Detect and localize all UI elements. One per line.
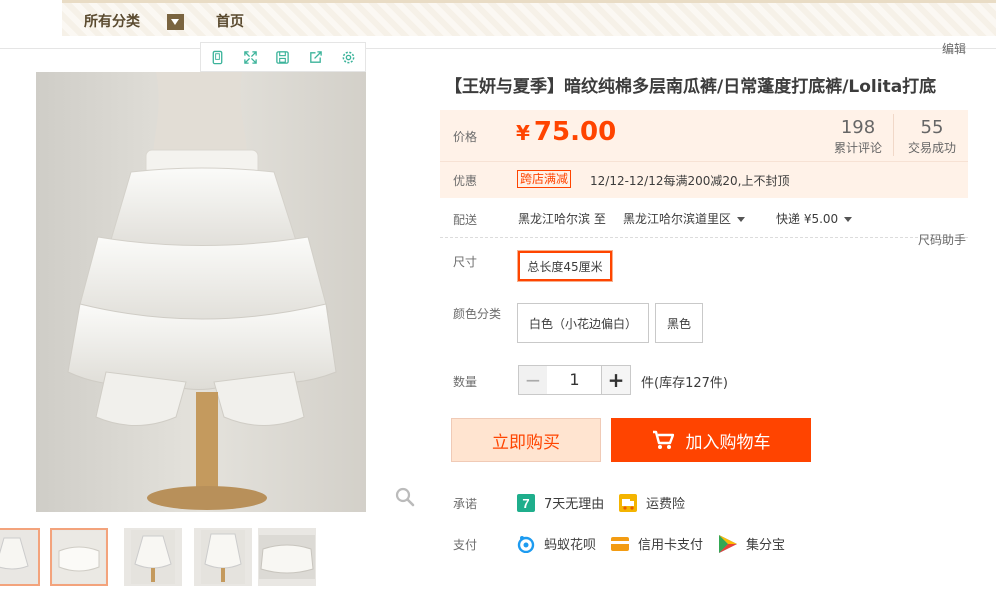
- chevron-down-icon: [844, 217, 853, 222]
- promise-7days[interactable]: 7 7天无理由: [517, 493, 604, 512]
- home-link[interactable]: 首页: [216, 11, 244, 31]
- promo-text: 12/12-12/12每满200减20,上不封顶: [590, 174, 790, 188]
- all-categories-link[interactable]: 所有分类: [84, 11, 140, 31]
- price-panel: 价格 ¥75.00 198 累计评论 55 交易成功 优惠 跨店满减 12/12…: [440, 110, 968, 198]
- stock-text: 件(库存127件): [641, 376, 728, 391]
- payment-huabei[interactable]: 蚂蚁花呗: [517, 534, 596, 553]
- huabei-icon: [517, 535, 535, 553]
- price-divider: [440, 161, 968, 162]
- payment-credit-card[interactable]: 信用卡支付: [611, 534, 703, 553]
- payment-jifenbao[interactable]: 集分宝: [719, 534, 785, 553]
- settings-icon[interactable]: [332, 43, 365, 71]
- main-product-image[interactable]: [36, 72, 366, 512]
- magnifier-icon[interactable]: [394, 486, 416, 508]
- payment-label: 支付: [453, 538, 478, 552]
- ship-to-select[interactable]: 黑龙江哈尔滨道里区: [623, 210, 746, 227]
- size-option[interactable]: 总长度45厘米: [517, 250, 613, 282]
- sales-stat: 55 交易成功: [907, 117, 956, 155]
- credit-card-icon: [611, 535, 629, 553]
- quantity-decrease-button[interactable]: −: [518, 365, 548, 395]
- shipping-label: 配送: [453, 213, 478, 227]
- freight-insurance-icon: [619, 493, 637, 512]
- quantity-label: 数量: [453, 375, 478, 389]
- jifenbao-icon: [719, 534, 737, 553]
- thumbnail[interactable]: [0, 528, 40, 586]
- stat-divider: [893, 114, 894, 156]
- fullscreen-icon[interactable]: [234, 43, 267, 71]
- price-value: ¥75.00: [516, 117, 617, 147]
- color-option-white[interactable]: 白色（小花边偏白）: [517, 303, 649, 343]
- thumbnail[interactable]: [50, 528, 108, 586]
- seven-day-icon: 7: [517, 493, 535, 512]
- image-toolbar: [200, 42, 366, 72]
- svg-text:7: 7: [522, 496, 529, 511]
- promo-label: 优惠: [453, 174, 478, 188]
- thumbnail[interactable]: [194, 528, 252, 586]
- chevron-down-icon: [737, 217, 746, 222]
- header-divider: [0, 48, 996, 49]
- phone-icon[interactable]: [201, 43, 234, 71]
- section-divider: [440, 237, 968, 238]
- promise-label: 承诺: [453, 497, 478, 511]
- share-icon[interactable]: [299, 43, 332, 71]
- size-helper-link[interactable]: 尺码助手: [918, 231, 966, 248]
- quantity-input[interactable]: 1: [547, 365, 602, 395]
- buy-now-button[interactable]: 立即购买: [451, 418, 601, 462]
- chevron-down-icon[interactable]: [167, 14, 184, 30]
- reviews-stat[interactable]: 198 累计评论: [828, 117, 888, 156]
- cart-icon: [652, 430, 674, 449]
- product-title: 【王妍与夏季】暗纹纯棉多层南瓜裤/日常蓬度打底裤/Lolita打底: [445, 77, 937, 97]
- thumbnail[interactable]: [258, 528, 316, 586]
- edit-link[interactable]: 编辑: [942, 40, 966, 57]
- price-label: 价格: [453, 130, 478, 144]
- size-label: 尺寸: [453, 255, 478, 269]
- color-label: 颜色分类: [453, 307, 502, 321]
- save-icon[interactable]: [267, 43, 300, 71]
- color-option-black[interactable]: 黑色: [655, 303, 703, 343]
- thumbnail[interactable]: [124, 528, 182, 586]
- add-to-cart-button[interactable]: 加入购物车: [611, 418, 811, 462]
- promise-freight-insurance[interactable]: 运费险: [619, 493, 685, 512]
- promo-badge: 跨店满减: [517, 170, 572, 188]
- shop-nav-bar: 所有分类 首页: [62, 0, 996, 36]
- ship-from: 黑龙江哈尔滨 至: [518, 212, 606, 226]
- quantity-increase-button[interactable]: +: [601, 365, 631, 395]
- shipping-cost-select[interactable]: 快递 ¥5.00: [776, 210, 853, 227]
